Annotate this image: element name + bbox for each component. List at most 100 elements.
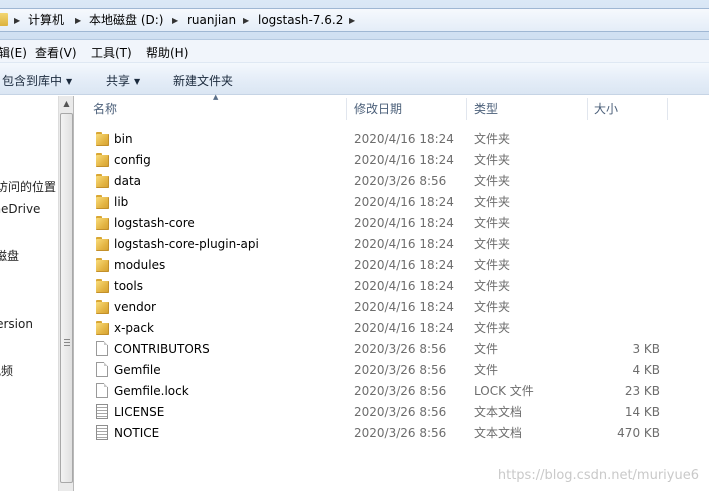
scrollbar-thumb[interactable] bbox=[60, 113, 73, 483]
file-type: 文件夹 bbox=[474, 174, 511, 188]
folder-icon bbox=[96, 321, 109, 335]
file-date: 2020/3/26 8:56 bbox=[354, 174, 447, 188]
chevron-down-icon: ▼ bbox=[134, 77, 141, 86]
folder-icon bbox=[96, 174, 109, 188]
file-name: Gemfile bbox=[114, 363, 161, 377]
file-size: 4 KB bbox=[632, 363, 660, 377]
file-name: modules bbox=[114, 258, 166, 272]
text-file-icon bbox=[96, 404, 108, 419]
nav-scrollbar[interactable]: ▲ bbox=[58, 96, 74, 491]
file-date: 2020/4/16 18:24 bbox=[354, 216, 454, 230]
file-name: tools bbox=[114, 279, 143, 293]
column-header-name[interactable]: 名称 bbox=[93, 96, 117, 122]
column-divider[interactable] bbox=[346, 98, 347, 120]
file-name: x-pack bbox=[114, 321, 154, 335]
address-bar-area: ▶ 计算机 ▶ 本地磁盘 (D:) ▶ ruanjian ▶ logstash-… bbox=[0, 0, 709, 40]
menu-help[interactable]: 帮助(H) bbox=[146, 44, 188, 61]
breadcrumb-ruanjian[interactable]: ruanjian bbox=[187, 12, 236, 29]
new-folder-button[interactable]: 新建文件夹 bbox=[173, 72, 233, 89]
file-type: 文件夹 bbox=[474, 132, 511, 146]
share-button[interactable]: 共享 ▼ bbox=[106, 72, 140, 89]
table-row[interactable]: x-pack 2020/4/16 18:24 文件夹 bbox=[75, 318, 709, 339]
table-row[interactable]: config 2020/4/16 18:24 文件夹 bbox=[75, 150, 709, 171]
table-row[interactable]: Gemfile 2020/3/26 8:56 文件 4 KB bbox=[75, 360, 709, 381]
file-date: 2020/4/16 18:24 bbox=[354, 195, 454, 209]
file-date: 2020/3/26 8:56 bbox=[354, 405, 447, 419]
file-type: 文件夹 bbox=[474, 216, 511, 230]
breadcrumb-logstash[interactable]: logstash-7.6.2 bbox=[258, 12, 343, 29]
nav-item-onedrive[interactable]: OneDrive bbox=[0, 202, 40, 216]
table-row[interactable]: logstash-core-plugin-api 2020/4/16 18:24 文… bbox=[75, 234, 709, 255]
file-date: 2020/3/26 8:56 bbox=[354, 342, 447, 356]
file-name: NOTICE bbox=[114, 426, 160, 440]
file-name: logstash-core bbox=[114, 216, 195, 230]
file-name: vendor bbox=[114, 300, 156, 314]
file-name: Gemfile.lock bbox=[114, 384, 189, 398]
table-row[interactable]: bin 2020/4/16 18:24 文件夹 bbox=[75, 129, 709, 150]
file-date: 2020/4/16 18:24 bbox=[354, 279, 454, 293]
file-date: 2020/4/16 18:24 bbox=[354, 153, 454, 167]
file-type: 文件夹 bbox=[474, 279, 511, 293]
nav-item-videos[interactable]: 视频 bbox=[0, 362, 13, 379]
file-name: logstash-core-plugin-api bbox=[114, 237, 259, 251]
column-header-size[interactable]: 大小 bbox=[594, 96, 618, 122]
grip-icon bbox=[64, 339, 70, 346]
file-type: 文本文档 bbox=[474, 426, 523, 440]
column-header-type[interactable]: 类型 bbox=[474, 96, 498, 122]
chevron-right-icon[interactable]: ▶ bbox=[75, 12, 81, 29]
include-in-library-label: 包含到库中 bbox=[2, 74, 63, 88]
folder-icon bbox=[96, 300, 109, 314]
address-bar[interactable]: ▶ 计算机 ▶ 本地磁盘 (D:) ▶ ruanjian ▶ logstash-… bbox=[0, 8, 709, 32]
file-type: 文件 bbox=[474, 342, 499, 356]
table-row[interactable]: logstash-core 2020/4/16 18:24 文件夹 bbox=[75, 213, 709, 234]
file-name: config bbox=[114, 153, 151, 167]
nav-item-local-disk[interactable]: 本地磁盘 bbox=[0, 247, 19, 264]
file-type: 文本文档 bbox=[474, 405, 523, 419]
file-date: 2020/3/26 8:56 bbox=[354, 384, 447, 398]
file-date: 2020/3/26 8:56 bbox=[354, 426, 447, 440]
scroll-up-icon[interactable]: ▲ bbox=[59, 96, 74, 112]
column-divider[interactable] bbox=[587, 98, 588, 120]
column-divider[interactable] bbox=[667, 98, 668, 120]
nav-item-recent[interactable]: 最近访问的位置 bbox=[0, 178, 56, 195]
nav-item-version[interactable]: version bbox=[0, 317, 33, 331]
table-row[interactable]: Gemfile.lock 2020/3/26 8:56 LOCK 文件 23 KB bbox=[75, 381, 709, 402]
folder-icon bbox=[96, 279, 109, 293]
file-icon bbox=[96, 341, 108, 356]
column-header-date[interactable]: 修改日期 bbox=[354, 96, 402, 122]
breadcrumb-drive[interactable]: 本地磁盘 (D:) bbox=[89, 12, 163, 29]
chevron-down-icon: ▼ bbox=[66, 77, 73, 86]
menu-tools[interactable]: 工具(T) bbox=[91, 44, 132, 61]
file-list: ▲ 名称 修改日期 类型 大小 bin 2020/4/16 18:24 文件夹 con… bbox=[75, 93, 709, 491]
breadcrumb-computer[interactable]: 计算机 bbox=[28, 12, 64, 29]
menu-view[interactable]: 查看(V) bbox=[35, 44, 77, 61]
include-in-library-button[interactable]: 包含到库中 ▼ bbox=[2, 72, 72, 89]
file-size: 470 KB bbox=[617, 426, 660, 440]
text-file-icon bbox=[96, 425, 108, 440]
menu-bar: 编辑(E) 查看(V) 工具(T) 帮助(H) bbox=[0, 40, 709, 63]
chevron-right-icon[interactable]: ▶ bbox=[14, 12, 20, 29]
file-date: 2020/4/16 18:24 bbox=[354, 258, 454, 272]
table-row[interactable]: lib 2020/4/16 18:24 文件夹 bbox=[75, 192, 709, 213]
menu-edit[interactable]: 编辑(E) bbox=[0, 44, 27, 61]
table-row[interactable]: LICENSE 2020/3/26 8:56 文本文档 14 KB bbox=[75, 402, 709, 423]
chevron-right-icon[interactable]: ▶ bbox=[243, 12, 249, 29]
chevron-right-icon[interactable]: ▶ bbox=[172, 12, 178, 29]
chevron-right-icon[interactable]: ▶ bbox=[349, 12, 355, 29]
table-row[interactable]: vendor 2020/4/16 18:24 文件夹 bbox=[75, 297, 709, 318]
share-label: 共享 bbox=[106, 74, 131, 88]
file-name: LICENSE bbox=[114, 405, 165, 419]
file-type: LOCK 文件 bbox=[474, 384, 534, 398]
table-row[interactable]: NOTICE 2020/3/26 8:56 文本文档 470 KB bbox=[75, 423, 709, 444]
table-row[interactable]: modules 2020/4/16 18:24 文件夹 bbox=[75, 255, 709, 276]
table-row[interactable]: data 2020/3/26 8:56 文件夹 bbox=[75, 171, 709, 192]
table-row[interactable]: CONTRIBUTORS 2020/3/26 8:56 文件 3 KB bbox=[75, 339, 709, 360]
file-size: 3 KB bbox=[632, 342, 660, 356]
file-date: 2020/3/26 8:56 bbox=[354, 363, 447, 377]
folder-icon bbox=[96, 216, 109, 230]
folder-icon bbox=[96, 132, 109, 146]
folder-icon bbox=[96, 195, 109, 209]
command-bar: 包含到库中 ▼ 共享 ▼ 新建文件夹 bbox=[0, 63, 709, 95]
column-divider[interactable] bbox=[466, 98, 467, 120]
table-row[interactable]: tools 2020/4/16 18:24 文件夹 bbox=[75, 276, 709, 297]
